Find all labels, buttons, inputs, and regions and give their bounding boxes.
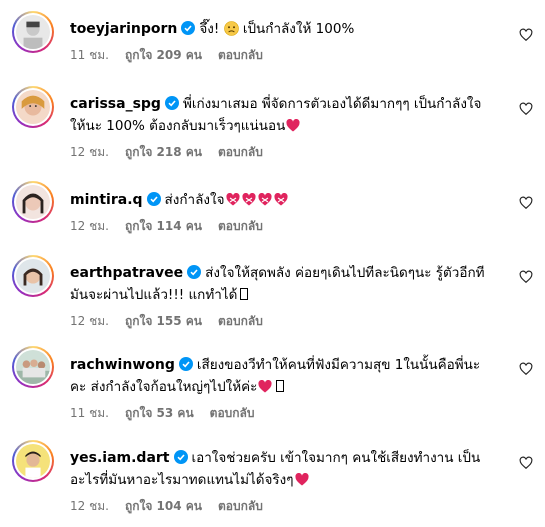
- comment-body: ให้นะ 100% ต้องกลับมาเร็วๆแน่นอน: [70, 118, 286, 134]
- timestamp: 12 ชม.: [70, 499, 109, 513]
- likes-count[interactable]: ถูกใจ 218 คน: [125, 143, 202, 162]
- mending-heart-emoji: [273, 193, 288, 206]
- comment-body: พี่เก่งมาเสมอ พี่จัดการตัวเองได้ดีมากๆๆ …: [182, 96, 482, 112]
- timestamp: 12 ชม.: [70, 219, 109, 233]
- verified-badge-icon: [181, 21, 196, 35]
- timestamp: 11 ชม.: [70, 48, 109, 62]
- username[interactable]: yes.iam.dart: [70, 450, 170, 466]
- comment-text: earthpatravee ส่งใจให้สุดพลัง ค่อยๆเดินไป…: [70, 262, 510, 306]
- comment-body: จึ๊ง!: [199, 21, 224, 37]
- comment-text: carissa_spg พี่เก่งมาเสมอ พี่จัดการตัวเอง…: [70, 93, 510, 137]
- avatar[interactable]: [12, 11, 54, 53]
- timestamp: 12 ชม.: [70, 145, 109, 159]
- reply-button[interactable]: ตอบกลับ: [218, 312, 263, 331]
- mending-heart-emoji: [257, 193, 272, 206]
- heart-outline-icon[interactable]: [519, 270, 533, 284]
- missing-glyph-icon: [276, 380, 285, 392]
- comment-meta: 12 ชม. ถูกใจ 155 คน ตอบกลับ: [70, 312, 510, 331]
- reply-button[interactable]: ตอบกลับ: [218, 217, 263, 236]
- comment-text: yes.iam.dart เอาใจช่วยครับ เข้าใจมากๆ คนใ…: [70, 447, 510, 491]
- comment-meta: 12 ชม. ถูกใจ 104 คน ตอบกลับ: [70, 497, 510, 516]
- red-heart-emoji: [258, 380, 272, 393]
- timestamp: 12 ชม.: [70, 314, 109, 328]
- verified-badge-icon: [146, 192, 161, 206]
- avatar[interactable]: [12, 255, 54, 297]
- comment-text: toeyjarinporn จึ๊ง! เป็นกำลังให้ 100%: [70, 18, 510, 40]
- heart-outline-icon[interactable]: [519, 456, 533, 470]
- reply-button[interactable]: ตอบกลับ: [218, 497, 263, 516]
- comment-list: toeyjarinporn จึ๊ง! เป็นกำลังให้ 100% 11 …: [0, 0, 545, 527]
- likes-count[interactable]: ถูกใจ 104 คน: [125, 497, 202, 516]
- verified-badge-icon: [178, 357, 193, 371]
- mending-heart-emoji: [225, 193, 240, 206]
- username[interactable]: rachwinwong: [70, 357, 175, 373]
- comment-body: คะ ส่งกำลังใจก้อนใหญ่ๆไปให้ค่ะ: [70, 379, 258, 395]
- comment-body: เอาใจช่วยครับ เข้าใจมากๆ คนใช้เสียงทำงาน…: [191, 450, 481, 466]
- red-heart-emoji: [295, 473, 309, 486]
- reply-button[interactable]: ตอบกลับ: [218, 143, 263, 162]
- comment-body: ส่งกำลังใจ: [164, 192, 225, 208]
- heart-outline-icon[interactable]: [519, 362, 533, 376]
- comment-body: เสียงของวีทำให้คนที่ฟังมีความสุข 1ในนั้น…: [196, 357, 481, 373]
- red-heart-emoji: [286, 119, 300, 132]
- comment-meta: 11 ชม. ถูกใจ 53 คน ตอบกลับ: [70, 404, 510, 423]
- avatar[interactable]: [12, 346, 54, 388]
- verified-badge-icon: [164, 96, 179, 110]
- comment-text: mintira.q ส่งกำลังใจ: [70, 189, 510, 211]
- username[interactable]: mintira.q: [70, 192, 143, 208]
- comment-body: ส่งใจให้สุดพลัง ค่อยๆเดินไปทีละนิดๆนะ รู…: [205, 265, 485, 281]
- heart-outline-icon[interactable]: [519, 28, 533, 42]
- likes-count[interactable]: ถูกใจ 155 คน: [125, 312, 202, 331]
- likes-count[interactable]: ถูกใจ 53 คน: [125, 404, 194, 423]
- timestamp: 11 ชม.: [70, 406, 109, 420]
- comment-text: rachwinwong เสียงของวีทำให้คนที่ฟังมีความ…: [70, 354, 510, 398]
- reply-button[interactable]: ตอบกลับ: [218, 46, 263, 65]
- username[interactable]: toeyjarinporn: [70, 21, 177, 37]
- verified-badge-icon: [187, 265, 202, 279]
- avatar[interactable]: [12, 440, 54, 482]
- comment-meta: 12 ชม. ถูกใจ 218 คน ตอบกลับ: [70, 143, 510, 162]
- avatar[interactable]: [12, 181, 54, 223]
- comment-meta: 11 ชม. ถูกใจ 209 คน ตอบกลับ: [70, 46, 510, 65]
- heart-outline-icon[interactable]: [519, 102, 533, 116]
- avatar[interactable]: [12, 86, 54, 128]
- mending-heart-emoji: [241, 193, 256, 206]
- comment-body: มันจะผ่านไปแล้ว!!! แกทำได้: [70, 287, 238, 303]
- comment-body: อะไรที่มันหาอะไรมาทดแทนไม่ได้จริงๆ: [70, 472, 294, 488]
- username[interactable]: earthpatravee: [70, 265, 183, 281]
- sad-face-emoji: [223, 21, 239, 36]
- comment-body: เป็นกำลังให้ 100%: [238, 21, 355, 37]
- missing-glyph-icon: [240, 288, 249, 300]
- reply-button[interactable]: ตอบกลับ: [210, 404, 255, 423]
- username[interactable]: carissa_spg: [70, 96, 161, 112]
- heart-outline-icon[interactable]: [519, 196, 533, 210]
- likes-count[interactable]: ถูกใจ 114 คน: [125, 217, 202, 236]
- verified-badge-icon: [173, 450, 188, 464]
- comment-meta: 12 ชม. ถูกใจ 114 คน ตอบกลับ: [70, 217, 510, 236]
- likes-count[interactable]: ถูกใจ 209 คน: [125, 46, 202, 65]
